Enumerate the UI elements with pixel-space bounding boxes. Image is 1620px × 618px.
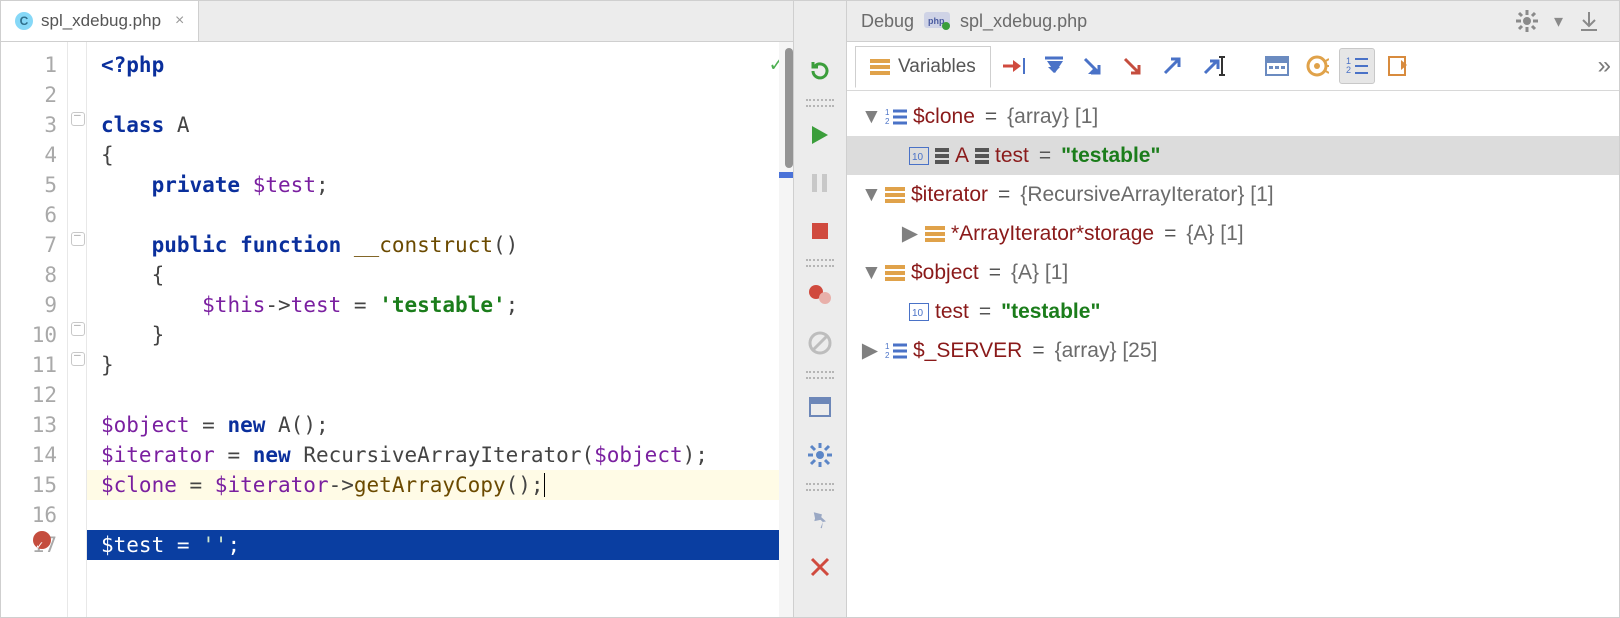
tree-node-object[interactable]: ▼ $object = {A} [1] — [847, 253, 1619, 292]
expand-toggle[interactable]: ▼ — [861, 105, 879, 129]
debug-label: Debug — [861, 11, 914, 32]
object-icon — [885, 265, 905, 281]
tree-node-clone[interactable]: ▼ 12 $clone = {array} [1] — [847, 97, 1619, 136]
file-icon: C — [15, 12, 33, 30]
array-icon: 12 — [885, 108, 907, 126]
svg-text:10: 10 — [912, 308, 924, 319]
settings-button[interactable] — [802, 439, 838, 471]
step-into-button[interactable] — [1075, 48, 1111, 84]
svg-text:2: 2 — [885, 351, 890, 360]
step-out-button[interactable] — [1155, 48, 1191, 84]
svg-text:2: 2 — [1346, 65, 1351, 75]
pause-button[interactable] — [802, 167, 838, 199]
tree-node-object-test[interactable]: 10 test = "testable" — [847, 292, 1619, 331]
editor-pane: C spl_xdebug.php × 123456789101112131415… — [1, 1, 794, 617]
array-icon: 12 — [885, 342, 907, 360]
variables-icon — [870, 59, 890, 75]
export-button[interactable] — [1379, 48, 1415, 84]
svg-text:10: 10 — [912, 152, 924, 163]
tree-node-server[interactable]: ▶ 12 $_SERVER = {array} [25] — [847, 331, 1619, 370]
fold-handle[interactable] — [71, 232, 85, 246]
debug-script-name: spl_xdebug.php — [960, 11, 1087, 32]
debug-side-toolbar — [794, 1, 847, 617]
evaluate-expression-button[interactable] — [1259, 48, 1295, 84]
variables-tree[interactable]: ▼ 12 $clone = {array} [1] 10 A test = "t… — [847, 91, 1619, 617]
scalar-icon: 10 — [909, 303, 929, 321]
object-icon — [925, 226, 945, 242]
close-button[interactable] — [802, 551, 838, 583]
pin-button[interactable] — [802, 503, 838, 535]
tab-filename: spl_xdebug.php — [41, 11, 161, 31]
svg-text:1: 1 — [885, 342, 890, 351]
view-breakpoints-button[interactable] — [802, 279, 838, 311]
fold-handle[interactable] — [71, 112, 85, 126]
debug-panel: Debug php spl_xdebug.php ▾ Variables — [847, 1, 1619, 617]
watch-button[interactable] — [1299, 48, 1335, 84]
separator — [806, 99, 834, 107]
rerun-button[interactable] — [802, 55, 838, 87]
gear-icon[interactable] — [1510, 9, 1544, 33]
svg-text:1: 1 — [885, 108, 890, 117]
hide-button[interactable] — [1573, 9, 1605, 33]
bars-icon — [935, 148, 949, 164]
expand-toggle[interactable]: ▶ — [901, 221, 919, 246]
php-file-icon: php — [924, 12, 950, 30]
debug-stepping-toolbar: Variables — [847, 42, 1619, 91]
fold-handle[interactable] — [71, 352, 85, 366]
more-icon[interactable]: » — [1598, 52, 1611, 80]
show-execution-point-button[interactable] — [995, 48, 1031, 84]
run-to-cursor-button[interactable] — [1195, 48, 1231, 84]
code-area[interactable]: 1234567891011121314151617 ✓ <?php class … — [1, 42, 793, 617]
object-icon — [885, 187, 905, 203]
breakpoint-marker[interactable] — [33, 531, 51, 549]
expand-toggle[interactable]: ▼ — [861, 183, 879, 207]
stop-button[interactable] — [802, 215, 838, 247]
fold-handle[interactable] — [71, 322, 85, 336]
editor-tab-bar: C spl_xdebug.php × — [1, 1, 793, 42]
dropdown-indicator-icon[interactable]: ▾ — [1554, 11, 1563, 32]
resume-button[interactable] — [802, 119, 838, 151]
line-number-gutter: 1234567891011121314151617 — [1, 42, 68, 617]
scalar-icon: 10 — [909, 147, 929, 165]
tree-node-clone-item[interactable]: 10 A test = "testable" — [847, 136, 1619, 175]
mute-breakpoints-button[interactable] — [802, 327, 838, 359]
sort-button[interactable]: 12 — [1339, 48, 1375, 84]
fold-gutter — [68, 42, 87, 617]
expand-toggle[interactable]: ▼ — [861, 261, 879, 285]
svg-text:2: 2 — [885, 117, 890, 126]
separator — [806, 371, 834, 379]
variables-tab-label: Variables — [898, 56, 976, 78]
editor-tab[interactable]: C spl_xdebug.php × — [1, 1, 199, 41]
marker-strip[interactable] — [779, 42, 793, 617]
separator — [806, 483, 834, 491]
expand-toggle[interactable]: ▶ — [861, 338, 879, 363]
separator — [806, 259, 834, 267]
close-tab-icon[interactable]: × — [175, 12, 184, 30]
layout-button[interactable] — [802, 391, 838, 423]
force-step-into-button[interactable] — [1115, 48, 1151, 84]
ide-window: C spl_xdebug.php × 123456789101112131415… — [0, 0, 1620, 618]
tree-node-storage[interactable]: ▶ *ArrayIterator*storage = {A} [1] — [847, 214, 1619, 253]
bars-icon — [975, 148, 989, 164]
variables-tab[interactable]: Variables — [855, 46, 991, 88]
tree-node-iterator[interactable]: ▼ $iterator = {RecursiveArrayIterator} [… — [847, 175, 1619, 214]
step-over-button[interactable] — [1035, 48, 1071, 84]
code-content[interactable]: ✓ <?php class A { private $test; public … — [87, 42, 793, 617]
debug-panel-header: Debug php spl_xdebug.php ▾ — [847, 1, 1619, 42]
